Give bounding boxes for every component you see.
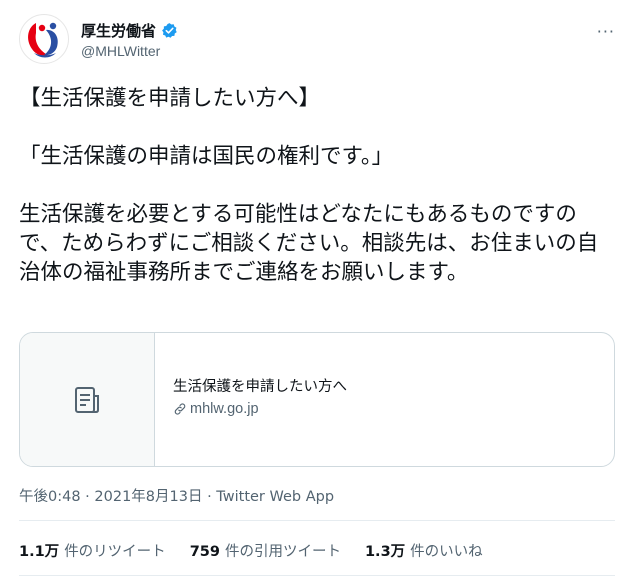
divider [19, 520, 615, 521]
link-preview-card[interactable]: 生活保護を申請したい方へ mhlw.go.jp [19, 332, 615, 467]
tweet: 厚生労働省 @MHLWitter ··· 【生活保護を申請したい方へ】 「生活保… [0, 0, 634, 581]
tweet-quote: 「生活保護の申請は国民の権利です。」 [19, 144, 394, 169]
retweet-label: 件のリツイート [64, 544, 166, 560]
name-row: 厚生労働省 [81, 20, 178, 41]
like-label: 件のいいね [410, 544, 483, 560]
tweet-meta: 午後0:48 · 2021年8月13日 · Twitter Web App [19, 485, 334, 506]
retweet-count: 1.1万 [19, 544, 60, 560]
card-thumbnail [20, 333, 155, 466]
tweet-time[interactable]: 午後0:48 [19, 489, 81, 505]
handle[interactable]: @MHLWitter [81, 43, 160, 59]
like-count: 1.3万 [364, 544, 406, 560]
verified-badge-icon [162, 23, 177, 38]
quote-count: 759 [189, 544, 220, 560]
retweets-stat[interactable]: 1.1万 件のリツイート [19, 540, 166, 561]
card-domain: mhlw.go.jp [190, 401, 259, 417]
document-icon [75, 386, 99, 413]
card-title: 生活保護を申請したい方へ [173, 379, 347, 395]
engagement-stats: 1.1万 件のリツイート 759 件の引用ツイート 1.3万 件のいいね [19, 540, 507, 561]
card-domain-row: mhlw.go.jp [173, 401, 614, 417]
meta-separator: · [80, 489, 95, 505]
tweet-date[interactable]: 2021年8月13日 [94, 489, 202, 505]
tweet-header: 厚生労働省 @MHLWitter ··· [19, 14, 619, 66]
display-name[interactable]: 厚生労働省 [81, 20, 156, 41]
mhlw-logo-icon [28, 22, 58, 58]
divider [19, 575, 615, 576]
tweet-main-text: 生活保護を必要とする可能性はどなたにもあるものですので、ためらわずにご相談くださ… [19, 202, 599, 285]
meta-separator: · [202, 489, 217, 505]
tweet-text: 【生活保護を申請したい方へ】 「生活保護の申請は国民の権利です。」 生活保護を必… [19, 84, 619, 287]
likes-stat[interactable]: 1.3万 件のいいね [365, 540, 483, 561]
tweet-heading: 【生活保護を申請したい方へ】 [19, 86, 321, 111]
avatar[interactable] [19, 14, 69, 64]
more-options-icon[interactable]: ··· [597, 22, 615, 41]
link-icon [174, 403, 186, 415]
card-info: 生活保護を申請したい方へ mhlw.go.jp [155, 333, 614, 466]
source-app[interactable]: Twitter Web App [216, 489, 334, 505]
quote-label: 件の引用ツイート [224, 544, 341, 560]
quote-tweets-stat[interactable]: 759 件の引用ツイート [190, 540, 341, 561]
